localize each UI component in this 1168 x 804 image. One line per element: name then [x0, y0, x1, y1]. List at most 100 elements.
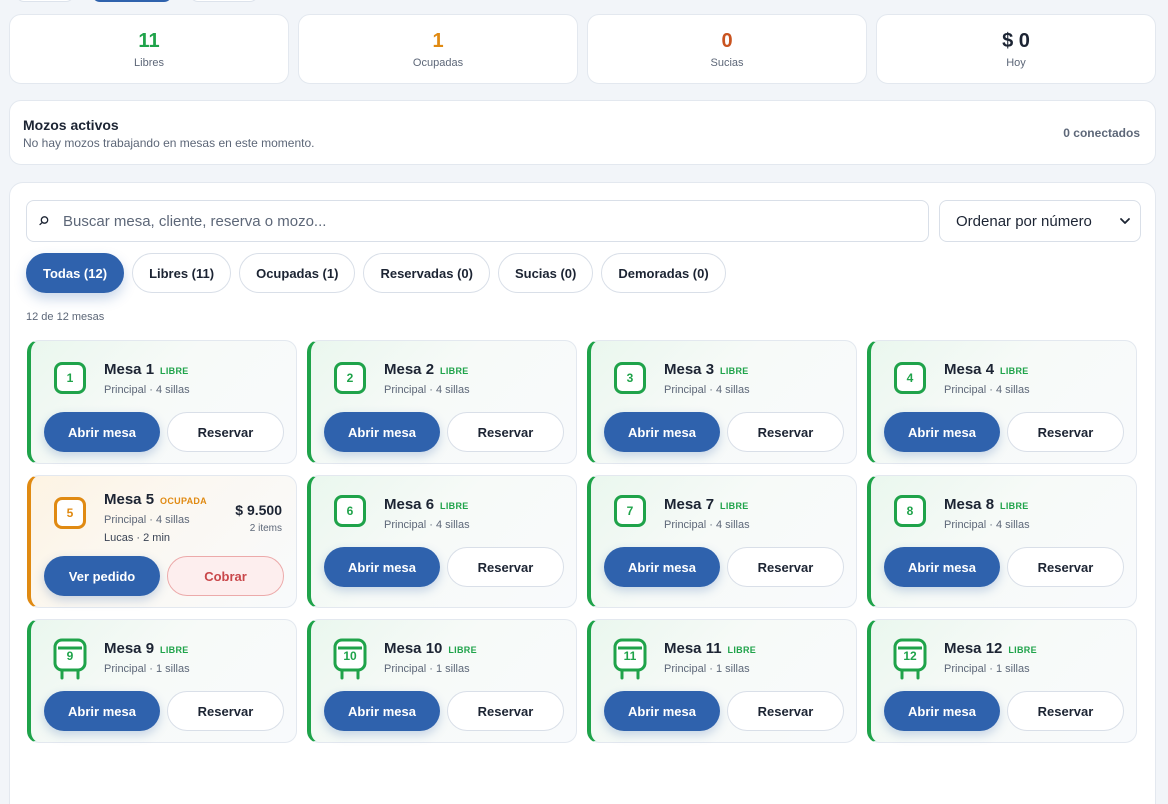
waiters-subtitle: No hay mozos trabajando en mesas en este… [23, 136, 315, 150]
reserve-button[interactable]: Reservar [1007, 691, 1124, 731]
reserve-button[interactable]: Reservar [1007, 412, 1124, 452]
filter-demoradas[interactable]: Demoradas (0) [601, 253, 726, 293]
stat-value: $ 0 [1002, 30, 1030, 52]
search-box[interactable] [26, 200, 929, 242]
table-icon: 1 [54, 362, 86, 394]
table-card-6[interactable]: 6 Mesa 6 LIBRE Principal · 4 sillas Abrir… [307, 475, 577, 608]
table-card-7[interactable]: 7 Mesa 7 LIBRE Principal · 4 sillas Abrir… [587, 475, 857, 608]
reserve-button[interactable]: Reservar [1007, 547, 1124, 587]
table-icon: 5 [54, 497, 86, 529]
table-name: Mesa 3 [664, 361, 715, 378]
top-tab-2[interactable] [92, 0, 172, 2]
table-info: Principal · 4 sillas [944, 519, 1030, 531]
tables-count: 12 de 12 mesas [26, 311, 105, 323]
stat-ocupadas: 1 Ocupadas [298, 14, 578, 84]
reserve-button[interactable]: Reservar [727, 547, 844, 587]
table-name: Mesa 2 [384, 361, 435, 378]
filter-todas[interactable]: Todas (12) [26, 253, 125, 293]
open-table-button[interactable]: Abrir mesa [604, 547, 720, 587]
filter-sucias[interactable]: Sucias (0) [497, 253, 594, 293]
table-icon: 7 [614, 495, 646, 527]
stool-icon: 10 [331, 636, 369, 682]
table-card-3[interactable]: 3 Mesa 3 LIBRE Principal · 4 sillas Abrir… [587, 340, 857, 464]
table-card-2[interactable]: 2 Mesa 2 LIBRE Principal · 4 sillas Abrir… [307, 340, 577, 464]
table-info: Principal · 1 sillas [944, 663, 1030, 675]
open-table-button[interactable]: Abrir mesa [884, 547, 1000, 587]
table-icon: 8 [894, 495, 926, 527]
search-icon [39, 216, 49, 226]
open-table-button[interactable]: Abrir mesa [884, 691, 1000, 731]
status-badge: LIBRE [720, 501, 749, 511]
table-items: 2 items [249, 523, 282, 534]
stat-label: Ocupadas [412, 57, 464, 69]
table-name: Mesa 4 [944, 361, 995, 378]
table-info: Principal · 1 sillas [664, 663, 750, 675]
table-amount: $ 9.500 [235, 502, 282, 518]
table-number: 5 [66, 506, 74, 520]
open-table-button[interactable]: Abrir mesa [884, 412, 1000, 452]
table-info: Principal · 4 sillas [104, 384, 190, 396]
reserve-button[interactable]: Reservar [167, 412, 284, 452]
top-tabs [0, 0, 300, 2]
stat-value: 1 [432, 30, 444, 52]
open-table-button[interactable]: Abrir mesa [324, 547, 440, 587]
open-table-button[interactable]: Abrir mesa [44, 412, 160, 452]
open-table-button[interactable]: Abrir mesa [324, 691, 440, 731]
stat-sucias: 0 Sucias [587, 14, 867, 84]
table-name: Mesa 6 [384, 496, 435, 513]
active-waiters-panel: Mozos activos No hay mozos trabajando en… [9, 100, 1156, 165]
reserve-button[interactable]: Reservar [727, 691, 844, 731]
reserve-button[interactable]: Reservar [727, 412, 844, 452]
charge-button[interactable]: Cobrar [167, 556, 284, 596]
status-badge: LIBRE [1000, 366, 1029, 376]
stats-row: 11 Libres 1 Ocupadas 0 Sucias $ 0 Hoy [9, 14, 1156, 84]
filter-reservadas[interactable]: Reservadas (0) [363, 253, 490, 293]
table-name: Mesa 11 [664, 640, 722, 657]
table-card-11[interactable]: 11 Mesa 11 LIBRE Principal · 1 sillas Abr… [587, 619, 857, 743]
filter-ocupadas[interactable]: Ocupadas (1) [239, 253, 356, 293]
table-card-10[interactable]: 10 Mesa 10 LIBRE Principal · 1 sillas Abr… [307, 619, 577, 743]
stool-icon: 12 [891, 636, 929, 682]
status-badge: LIBRE [720, 366, 749, 376]
table-waiter: Lucas · 2 min [104, 532, 171, 544]
status-badge: LIBRE [1000, 501, 1029, 511]
reserve-button[interactable]: Reservar [447, 412, 564, 452]
table-info: Principal · 1 sillas [384, 663, 470, 675]
chevron-down-icon [1120, 218, 1130, 224]
table-card-12[interactable]: 12 Mesa 12 LIBRE Principal · 1 sillas Abr… [867, 619, 1137, 743]
view-order-button[interactable]: Ver pedido [44, 556, 160, 596]
top-tab-3[interactable] [190, 0, 258, 2]
status-badge: LIBRE [1008, 645, 1037, 655]
sort-select[interactable]: Ordenar por número [939, 200, 1141, 242]
status-badge: LIBRE [440, 501, 469, 511]
reserve-button[interactable]: Reservar [447, 691, 564, 731]
search-input[interactable] [63, 201, 913, 241]
table-card-8[interactable]: 8 Mesa 8 LIBRE Principal · 4 sillas Abrir… [867, 475, 1137, 608]
open-table-button[interactable]: Abrir mesa [324, 412, 440, 452]
reserve-button[interactable]: Reservar [447, 547, 564, 587]
stat-value: 0 [721, 30, 733, 52]
top-tab-1[interactable] [16, 0, 74, 2]
open-table-button[interactable]: Abrir mesa [604, 412, 720, 452]
sort-selected-value: Ordenar por número [956, 212, 1092, 230]
table-card-4[interactable]: 4 Mesa 4 LIBRE Principal · 4 sillas Abrir… [867, 340, 1137, 464]
open-table-button[interactable]: Abrir mesa [44, 691, 160, 731]
reserve-button[interactable]: Reservar [167, 691, 284, 731]
table-number: 6 [346, 504, 354, 518]
table-name: Mesa 7 [664, 496, 715, 513]
table-icon: 3 [614, 362, 646, 394]
table-name: Mesa 9 [104, 640, 155, 657]
table-card-9[interactable]: 9 Mesa 9 LIBRE Principal · 1 sillas Abrir… [27, 619, 297, 743]
table-number: 12 [903, 649, 917, 663]
table-number: 11 [623, 649, 637, 663]
table-name: Mesa 12 [944, 640, 1003, 657]
stat-value: 11 [138, 30, 160, 52]
table-card-5[interactable]: 5 Mesa 5 OCUPADA Principal · 4 sillas Luc… [27, 475, 297, 608]
open-table-button[interactable]: Abrir mesa [604, 691, 720, 731]
status-badge: LIBRE [727, 645, 757, 655]
status-badge: LIBRE [160, 645, 189, 655]
table-card-1[interactable]: 1 Mesa 1 LIBRE Principal · 4 sillas Abrir… [27, 340, 297, 464]
waiters-count: 0 conectados [1063, 126, 1140, 140]
table-info: Principal · 4 sillas [664, 384, 750, 396]
filter-libres[interactable]: Libres (11) [132, 253, 232, 293]
